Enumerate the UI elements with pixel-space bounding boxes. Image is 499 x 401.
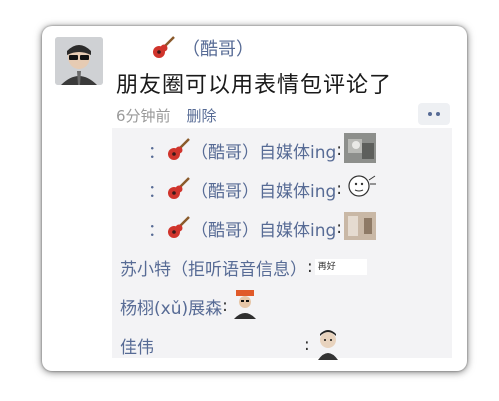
person-sticker-icon[interactable] — [230, 289, 260, 324]
post-text: 朋友圈可以用表情包评论了 — [116, 73, 393, 98]
comment-author[interactable]: 苏小特（拒听语音信息） — [120, 255, 307, 280]
avatar-photo-icon — [55, 37, 103, 85]
delete-link[interactable]: 删除 — [187, 105, 217, 126]
post-time: 6分钟前 — [116, 106, 171, 125]
dot-icon — [436, 112, 440, 116]
comment-colon: : — [336, 140, 343, 160]
guitar-icon — [150, 36, 176, 60]
comments-panel: ： （酷哥）自媒体ing : ： （酷哥）自媒体ing: ： （酷哥）自媒体i… — [112, 128, 452, 360]
comment-item: 苏小特（拒听语音信息） : 再好 — [120, 253, 367, 281]
comment-colon: : — [307, 257, 313, 277]
comment-author[interactable]: （酷哥）自媒体ing — [191, 138, 336, 163]
comment-author[interactable]: （酷哥）自媒体ing — [191, 177, 336, 202]
guitar-icon — [165, 216, 191, 240]
comment-item: ： （酷哥）自媒体ing : — [148, 211, 377, 245]
more-actions-button[interactable] — [418, 103, 450, 125]
cartoon-sticker-icon[interactable] — [312, 326, 344, 365]
avatar[interactable] — [55, 37, 103, 85]
comment-author[interactable]: 杨栩(xǔ)展森 — [120, 294, 222, 319]
comment-item: 佳伟 : — [120, 329, 344, 360]
comment-colon: : — [304, 335, 310, 355]
comment-colon: : — [336, 179, 343, 199]
comment-item: ： （酷哥）自媒体ing : — [148, 132, 377, 164]
post-meta: 6分钟前 删除 — [116, 104, 217, 126]
dot-icon — [428, 112, 432, 116]
comment-prefix: ： — [148, 142, 165, 163]
comment-colon: : — [336, 218, 343, 238]
comment-prefix: ： — [148, 220, 165, 241]
photo-sticker-icon[interactable] — [344, 132, 377, 168]
photo-sticker-icon[interactable] — [344, 211, 377, 245]
post-username-text: （酷哥） — [182, 39, 254, 60]
comment-prefix: ： — [148, 181, 165, 202]
comment-colon: : — [222, 296, 228, 316]
comment-item: ： （酷哥）自媒体ing : — [148, 174, 378, 203]
comment-item: 杨栩(xǔ)展森 : — [120, 289, 260, 320]
comment-author[interactable]: 佳伟 — [120, 333, 154, 358]
comment-author[interactable]: （酷哥）自媒体ing — [191, 216, 336, 241]
post-username[interactable]: （酷哥） — [150, 36, 254, 60]
guitar-icon — [165, 138, 191, 162]
text-sticker-icon[interactable]: 再好 — [314, 259, 367, 275]
doodle-face-sticker-icon[interactable] — [344, 172, 378, 207]
guitar-icon — [165, 177, 191, 201]
